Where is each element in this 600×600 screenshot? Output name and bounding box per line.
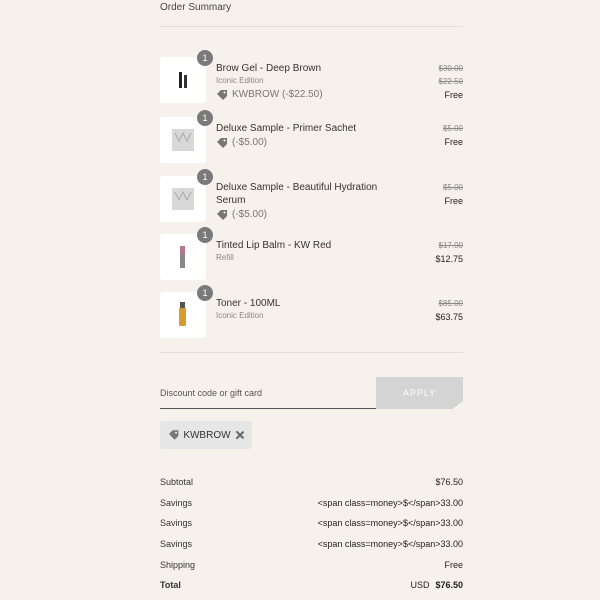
original-price: $30.00 [438, 64, 463, 73]
item-name: Toner - 100ML [216, 298, 281, 309]
line-item: 1 Tinted Lip Balm - KW Red Refill $17.00… [160, 227, 463, 286]
savings-label: Savings [160, 539, 193, 549]
shipping-value: Free [444, 560, 463, 570]
shipping-row: Shipping Free [160, 560, 463, 570]
total-row: Total USD $76.50 [160, 580, 463, 590]
original-price: $5.00 [442, 183, 463, 192]
total-amount: USD $76.50 [410, 580, 463, 590]
savings-value: <span class=money>$</span>33.00 [317, 539, 463, 549]
line-item: 1 Toner - 100ML Iconic Edition $85.00 $6… [160, 285, 463, 344]
item-discount-text: KWBROW (-$22.50) [232, 89, 323, 100]
discount-code-input[interactable] [160, 378, 376, 408]
final-price: Free [444, 196, 463, 206]
quantity-badge: 1 [197, 285, 213, 301]
savings-row: Savings <span class=money>$</span>33.00 [160, 518, 463, 528]
final-price: Free [444, 137, 463, 147]
tag-icon [217, 89, 227, 100]
divider [160, 352, 463, 353]
quantity-badge: 1 [197, 50, 213, 66]
total-label: Total [160, 580, 181, 590]
total-currency: USD [410, 580, 430, 590]
applied-discount-code: KWBROW [183, 429, 231, 441]
item-variant: Iconic Edition [216, 311, 264, 320]
item-name: Deluxe Sample - Primer Sachet [216, 123, 357, 134]
item-name: Brow Gel - Deep Brown [216, 63, 322, 74]
subtotal-value: $76.50 [435, 477, 463, 487]
savings-label: Savings [160, 498, 193, 508]
discount-code-field[interactable] [160, 378, 376, 409]
item-name: Deluxe Sample - Beautiful Hydration Seru… [216, 182, 378, 206]
item-discount: KWBROW (-$22.50) [216, 87, 396, 102]
final-price: $63.75 [435, 312, 463, 322]
tag-icon [217, 209, 227, 220]
tag-icon [168, 430, 179, 440]
quantity-badge: 1 [197, 110, 213, 126]
total-value: $76.50 [435, 580, 463, 590]
item-discount: (-$5.00) [216, 207, 396, 222]
subtotal-row: Subtotal $76.50 [160, 477, 463, 487]
line-item: 1 Brow Gel - Deep Brown Iconic Edition K… [160, 50, 463, 109]
page-title: Order Summary [160, 2, 232, 13]
savings-row: Savings <span class=money>$</span>33.00 [160, 539, 463, 549]
divider [160, 26, 463, 27]
shipping-label: Shipping [160, 560, 196, 570]
item-discount-text: (-$5.00) [232, 209, 268, 220]
item-discount-text: (-$5.00) [232, 137, 268, 148]
savings-value: <span class=money>$</span>33.00 [317, 518, 463, 528]
item-variant: Refill [216, 253, 234, 262]
savings-row: Savings <span class=money>$</span>33.00 [160, 498, 463, 508]
original-price: $22.50 [438, 77, 463, 86]
original-price: $17.00 [438, 241, 463, 250]
applied-discount-chip: KWBROW [160, 421, 252, 449]
savings-value: <span class=money>$</span>33.00 [317, 498, 463, 508]
quantity-badge: 1 [197, 169, 213, 185]
final-price: $12.75 [435, 254, 463, 264]
line-item: 1 Deluxe Sample - Primer Sachet (-$5.00)… [160, 110, 463, 169]
savings-label: Savings [160, 518, 193, 528]
item-name: Tinted Lip Balm - KW Red [216, 240, 332, 251]
original-price: $5.00 [442, 124, 463, 133]
subtotal-label: Subtotal [160, 477, 194, 487]
remove-discount-icon[interactable] [235, 430, 244, 440]
line-item: 1 Deluxe Sample - Beautiful Hydration Se… [160, 169, 463, 228]
quantity-badge: 1 [197, 227, 213, 243]
tag-icon [217, 137, 227, 148]
final-price: Free [444, 90, 463, 100]
original-price: $85.00 [438, 299, 463, 308]
item-discount: (-$5.00) [216, 135, 396, 150]
item-variant: Iconic Edition [216, 76, 264, 85]
apply-button[interactable]: APPLY [376, 377, 463, 409]
